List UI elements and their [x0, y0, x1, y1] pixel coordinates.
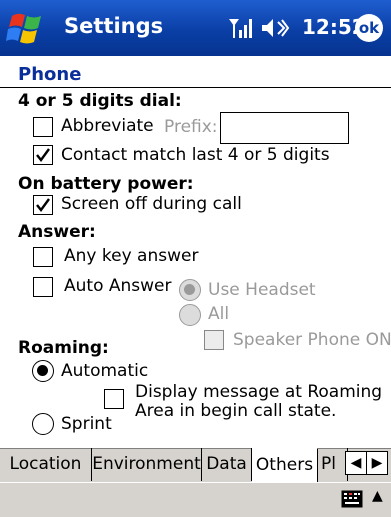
windows-logo-icon[interactable] — [6, 8, 48, 48]
app-title: Settings — [64, 14, 164, 38]
title-bar: Settings 12:52 ok — [0, 0, 391, 56]
sprint-label[interactable]: Sprint — [61, 414, 112, 434]
abbreviate-label[interactable]: Abbreviate — [61, 116, 154, 136]
answer-section-header: Answer: — [18, 222, 96, 242]
automatic-label[interactable]: Automatic — [61, 361, 148, 381]
tab-others[interactable]: Others — [252, 448, 318, 482]
use-headset-label[interactable]: Use Headset — [208, 280, 316, 300]
keyboard-icon[interactable] — [341, 490, 363, 508]
automatic-radio[interactable] — [32, 360, 54, 382]
volume-icon[interactable] — [260, 16, 290, 40]
title-divider — [0, 87, 391, 88]
tab-location[interactable]: Location — [0, 448, 92, 481]
contact-match-label[interactable]: Contact match last 4 or 5 digits — [61, 145, 330, 165]
auto-answer-label[interactable]: Auto Answer — [64, 276, 172, 296]
tab-pl[interactable]: Pl — [318, 448, 348, 481]
tab-environment[interactable]: Environment — [92, 448, 202, 481]
roaming-section-header: Roaming: — [18, 338, 109, 358]
auto-answer-checkbox[interactable] — [33, 277, 53, 297]
menu-bar — [0, 482, 391, 517]
sprint-radio[interactable] — [32, 413, 54, 435]
speaker-phone-label[interactable]: Speaker Phone ON — [233, 330, 391, 350]
checkmark-icon — [36, 198, 50, 212]
contact-match-checkbox[interactable] — [33, 145, 53, 165]
dial-section-header: 4 or 5 digits dial: — [18, 91, 182, 111]
screen-off-label[interactable]: Screen off during call — [61, 194, 242, 214]
battery-section-header: On battery power: — [18, 174, 194, 194]
display-message-label-line2[interactable]: Area in begin call state. — [135, 401, 336, 421]
prefix-label: Prefix: — [164, 117, 218, 137]
right-arrow-icon: ▶ — [371, 455, 383, 471]
signal-icon[interactable] — [227, 16, 253, 40]
all-label[interactable]: All — [208, 304, 229, 324]
tab-data[interactable]: Data — [202, 448, 252, 481]
tab-scroll-right-button[interactable]: ▶ — [366, 451, 388, 475]
any-key-answer-label[interactable]: Any key answer — [64, 246, 198, 266]
tab-scroll-left-button[interactable]: ◀ — [345, 451, 367, 475]
abbreviate-checkbox[interactable] — [33, 117, 53, 137]
input-panel-caret-icon[interactable]: ▲ — [372, 488, 383, 504]
prefix-input[interactable] — [220, 112, 349, 144]
display-message-checkbox[interactable] — [104, 389, 124, 409]
checkmark-icon — [36, 148, 50, 162]
screen-off-checkbox[interactable] — [33, 195, 53, 215]
any-key-answer-checkbox[interactable] — [33, 247, 53, 267]
page-title: Phone — [18, 64, 82, 85]
use-headset-radio[interactable] — [179, 279, 201, 301]
left-arrow-icon: ◀ — [350, 455, 362, 471]
all-radio[interactable] — [179, 304, 201, 326]
display-message-label-line1[interactable]: Display message at Roaming — [135, 382, 382, 402]
speaker-phone-checkbox[interactable] — [204, 330, 224, 350]
ok-button[interactable]: ok — [355, 14, 383, 42]
